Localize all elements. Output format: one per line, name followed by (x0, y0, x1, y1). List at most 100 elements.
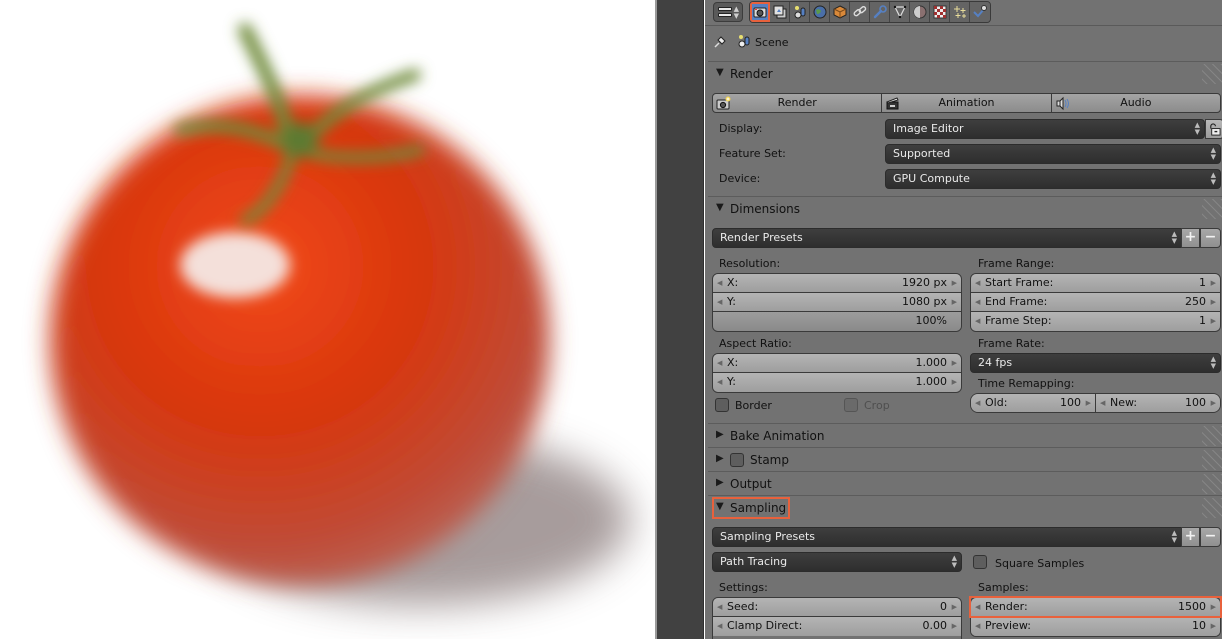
display-dropdown[interactable]: Image Editor ▲ ▼ (885, 119, 1205, 139)
panel-header-render[interactable]: ▼ Render (708, 61, 1222, 85)
decrement-arrow-icon[interactable]: ◀ (717, 373, 722, 391)
time-remap-old-field[interactable]: ◀ Old: 100 ▶ (971, 394, 1096, 412)
updown-arrows-icon: ▲ ▼ (733, 5, 739, 20)
resolution-percentage-slider[interactable]: 100% (713, 312, 961, 331)
panel-drag-grip[interactable] (1202, 64, 1222, 84)
decrement-arrow-icon[interactable]: ◀ (975, 617, 980, 635)
aspect-x-field[interactable]: ◀ X: 1.000 ▶ (713, 354, 961, 373)
tab-physics[interactable] (970, 2, 990, 22)
expanded-triangle-icon: ▼ (716, 202, 724, 213)
border-checkbox[interactable] (715, 398, 729, 412)
pin-icon[interactable] (713, 35, 727, 49)
panel-header-bake-animation[interactable]: ▶ Bake Animation (708, 423, 1222, 447)
tab-constraints[interactable] (850, 2, 870, 22)
object-cube-icon (833, 5, 846, 19)
increment-arrow-icon[interactable]: ▶ (952, 293, 957, 311)
remove-sampling-preset-button[interactable]: − (1200, 527, 1221, 547)
panel-drag-grip[interactable] (1202, 426, 1222, 446)
increment-arrow-icon[interactable]: ▶ (1211, 274, 1216, 292)
device-dropdown[interactable]: GPU Compute ▲ ▼ (885, 169, 1221, 189)
render-button[interactable]: Render (713, 94, 883, 112)
sampling-presets-dropdown[interactable]: Sampling Presets ▲ ▼ (712, 527, 1182, 547)
start-frame-field[interactable]: ◀ Start Frame: 1 ▶ (971, 274, 1220, 293)
end-frame-value: 250 (1185, 295, 1206, 308)
seed-field[interactable]: ◀ Seed: 0 ▶ (713, 598, 961, 617)
time-remapping-label: Time Remapping: (978, 377, 1075, 390)
panel-drag-grip[interactable] (1202, 474, 1222, 494)
tab-data[interactable] (890, 2, 910, 22)
frame-step-field[interactable]: ◀ Frame Step: 1 ▶ (971, 312, 1220, 331)
tab-particles[interactable] (950, 2, 970, 22)
panel-header-output[interactable]: ▶ Output (708, 471, 1222, 495)
time-remap-new-field[interactable]: ◀ New: 100 ▶ (1096, 394, 1220, 412)
resolution-y-field[interactable]: ◀ Y: 1080 px ▶ (713, 293, 961, 312)
feature-set-dropdown[interactable]: Supported ▲ ▼ (885, 144, 1221, 164)
decrement-arrow-icon[interactable]: ◀ (975, 394, 980, 412)
decrement-arrow-icon[interactable]: ◀ (975, 312, 980, 330)
frame-rate-dropdown[interactable]: 24 fps ▲ ▼ (970, 353, 1221, 373)
animation-button[interactable]: Animation (882, 94, 1052, 112)
integrator-value: Path Tracing (720, 555, 788, 568)
display-lock-button[interactable] (1205, 119, 1222, 139)
increment-arrow-icon[interactable]: ▶ (952, 354, 957, 372)
decrement-arrow-icon[interactable]: ◀ (717, 617, 722, 635)
clamp-direct-field[interactable]: ◀ Clamp Direct: 0.00 ▶ (713, 617, 961, 636)
decrement-arrow-icon[interactable]: ◀ (1100, 394, 1105, 412)
increment-arrow-icon[interactable]: ▶ (1211, 394, 1216, 412)
panel-header-dimensions[interactable]: ▼ Dimensions (708, 196, 1222, 220)
tomato-body (50, 95, 550, 585)
tab-render-layers[interactable] (770, 2, 790, 22)
integrator-dropdown[interactable]: Path Tracing ▲ ▼ (712, 552, 962, 572)
wrench-icon (873, 5, 887, 19)
add-render-preset-button[interactable]: + (1181, 228, 1200, 248)
increment-arrow-icon[interactable]: ▶ (952, 617, 957, 635)
editor-type-selector[interactable]: ▲ ▼ (713, 2, 743, 22)
tab-render[interactable] (750, 2, 770, 22)
resolution-label: Resolution: (719, 257, 781, 270)
decrement-arrow-icon[interactable]: ◀ (717, 354, 722, 372)
samples-label: Samples: (978, 581, 1029, 594)
increment-arrow-icon[interactable]: ▶ (952, 274, 957, 292)
panel-drag-grip[interactable] (1202, 498, 1222, 518)
resolution-percentage-value: 100% (915, 314, 947, 327)
increment-arrow-icon[interactable]: ▶ (952, 598, 957, 616)
editor-type-icon (718, 7, 732, 18)
panel-drag-grip[interactable] (1202, 450, 1222, 470)
panel-drag-grip[interactable] (1202, 199, 1222, 219)
aspect-y-field[interactable]: ◀ Y: 1.000 ▶ (713, 373, 961, 392)
tab-world[interactable] (810, 2, 830, 22)
preview-samples-field[interactable]: ◀ Preview: 10 ▶ (971, 617, 1220, 636)
minus-icon: − (1204, 528, 1217, 544)
camera-icon (753, 7, 766, 18)
decrement-arrow-icon[interactable]: ◀ (717, 598, 722, 616)
decrement-arrow-icon[interactable]: ◀ (975, 274, 980, 292)
clapperboard-icon (886, 97, 900, 110)
increment-arrow-icon[interactable]: ▶ (1211, 617, 1216, 635)
border-label: Border (735, 399, 772, 412)
increment-arrow-icon[interactable]: ▶ (952, 373, 957, 391)
square-samples-checkbox[interactable] (973, 555, 987, 569)
tab-object[interactable] (830, 2, 850, 22)
increment-arrow-icon[interactable]: ▶ (1211, 293, 1216, 311)
panel-title-bake-animation: Bake Animation (730, 429, 825, 443)
tab-scene[interactable] (790, 2, 810, 22)
tab-texture[interactable] (930, 2, 950, 22)
tab-modifiers[interactable] (870, 2, 890, 22)
add-sampling-preset-button[interactable]: + (1181, 527, 1200, 547)
audio-button[interactable]: Audio (1052, 94, 1220, 112)
increment-arrow-icon[interactable]: ▶ (1086, 394, 1091, 412)
panel-header-stamp[interactable]: ▶ Stamp (708, 447, 1222, 471)
crop-checkbox[interactable] (844, 398, 858, 412)
time-remapping-fields: ◀ Old: 100 ▶ ◀ New: 100 ▶ (970, 393, 1221, 413)
resolution-x-field[interactable]: ◀ X: 1920 px ▶ (713, 274, 961, 293)
end-frame-field[interactable]: ◀ End Frame: 250 ▶ (971, 293, 1220, 312)
render-presets-dropdown[interactable]: Render Presets ▲ ▼ (712, 228, 1182, 248)
increment-arrow-icon[interactable]: ▶ (1211, 312, 1216, 330)
decrement-arrow-icon[interactable]: ◀ (975, 293, 980, 311)
properties-editor: ▲ ▼ Scene ▼ Render Render Animation Audi… (705, 0, 1222, 639)
decrement-arrow-icon[interactable]: ◀ (717, 274, 722, 292)
stamp-enable-checkbox[interactable] (730, 453, 744, 467)
decrement-arrow-icon[interactable]: ◀ (717, 293, 722, 311)
remove-render-preset-button[interactable]: − (1200, 228, 1221, 248)
tab-material[interactable] (910, 2, 930, 22)
